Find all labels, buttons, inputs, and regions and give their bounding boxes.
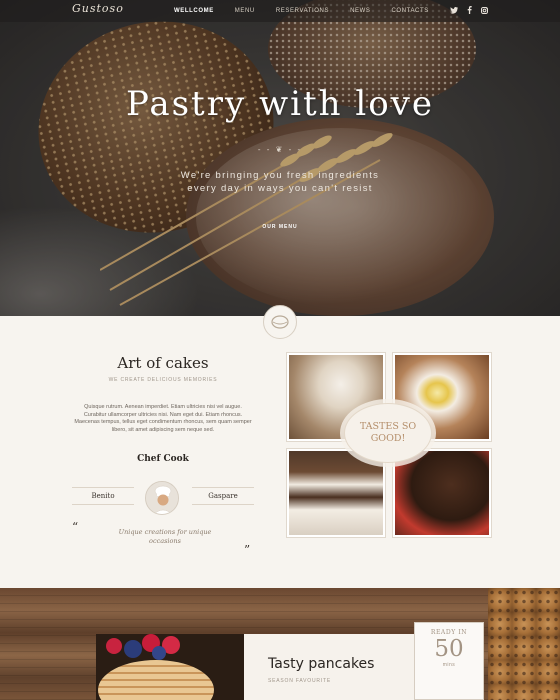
about-subtitle: WE CREATE DELICIOUS MEMORIES <box>108 377 218 383</box>
about-title: Art of cakes <box>117 354 209 372</box>
promo-title: Tasty pancakes <box>268 656 375 672</box>
tastes-so-good-badge: TASTES SO GOOD! <box>344 403 432 463</box>
cookies-image <box>488 588 560 700</box>
pancake-image <box>96 634 244 700</box>
chef-last-name: Gaspare <box>192 487 254 505</box>
section-emblem <box>263 305 297 339</box>
nav-item-news[interactable]: NEWS <box>350 8 370 14</box>
chef-avatar <box>145 481 179 515</box>
macaron-icon <box>271 315 289 329</box>
hero-overlay <box>0 0 560 316</box>
pancake-stack <box>98 660 214 700</box>
facebook-icon[interactable] <box>467 6 472 16</box>
hero-subtitle-line1: We're bringing you fresh ingredients <box>180 170 380 181</box>
our-menu-button[interactable]: OUR MENU <box>0 224 560 230</box>
gallery-image-chocolate-cake[interactable] <box>393 449 491 537</box>
chef-signature: Unique creations for unique occasions <box>118 528 212 545</box>
gallery-image-cake-slice[interactable] <box>287 449 385 537</box>
main-menu: WELLCOME MENU RESERVATIONS NEWS CONTACTS <box>174 0 450 22</box>
quote-open-icon: “ <box>72 520 79 534</box>
social-links <box>450 0 488 22</box>
ready-unit: mins <box>442 662 456 668</box>
nav-item-menu[interactable]: MENU <box>235 8 255 14</box>
hero-ornament: - - ❦ - - <box>257 145 303 154</box>
nav-item-contacts[interactable]: CONTACTS <box>392 8 429 14</box>
chef-first-name: Benito <box>72 487 134 505</box>
top-navigation: Gustoso WELLCOME MENU RESERVATIONS NEWS … <box>0 0 560 22</box>
quote-close-icon: ” <box>244 543 251 557</box>
instagram-icon[interactable] <box>481 6 488 16</box>
hero-subtitle-line2: every day in ways you can't resist <box>187 183 373 194</box>
blueberry <box>152 646 166 660</box>
about-paragraph: Quisque rutrum. Aenean imperdiet. Etiam … <box>74 404 252 433</box>
twitter-icon[interactable] <box>450 6 458 16</box>
chef-heading: Chef Cook <box>137 454 189 464</box>
raspberry <box>106 638 122 654</box>
hero-title: Pastry with love <box>125 84 435 124</box>
nav-item-reservations[interactable]: RESERVATIONS <box>276 8 329 14</box>
promo-subtitle: SEASON FAVOURITE <box>268 678 331 684</box>
ready-in-box: READY IN 50 mins <box>414 622 484 700</box>
ready-minutes: 50 <box>434 636 464 662</box>
hero-banner <box>0 0 560 316</box>
blueberry <box>124 640 142 658</box>
site-logo[interactable]: Gustoso <box>72 2 124 15</box>
nav-item-wellcome[interactable]: WELLCOME <box>174 8 214 14</box>
ready-label: READY IN <box>430 629 468 636</box>
